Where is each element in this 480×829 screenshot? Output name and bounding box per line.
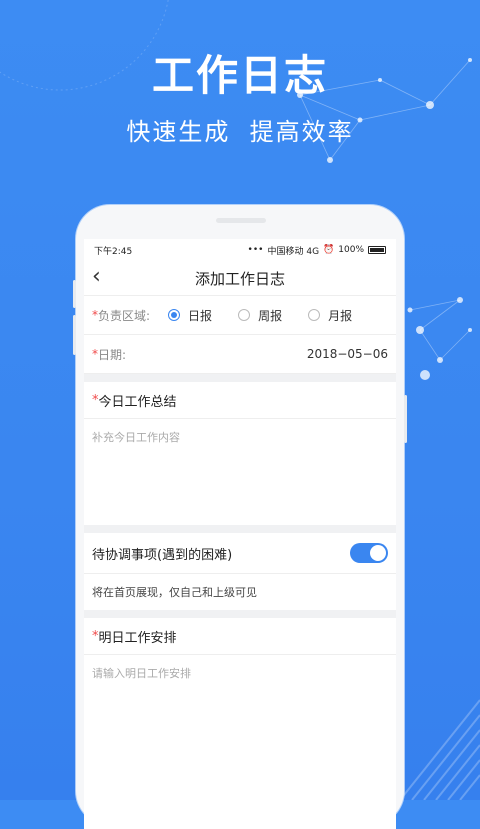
page-title: 添加工作日志 bbox=[194, 269, 285, 288]
section-divider bbox=[84, 374, 396, 382]
status-time: 下午2:45 bbox=[94, 246, 133, 257]
hero-title: 工作日志 bbox=[151, 51, 328, 100]
nav-bar: ‹ 添加工作日志 bbox=[84, 261, 396, 295]
area-label: 负责区域: bbox=[98, 308, 151, 323]
area-radio-group: 日报 周报 月报 bbox=[168, 307, 378, 324]
phone-side-button bbox=[73, 315, 76, 355]
tomorrow-plan-input[interactable]: 请输入明日工作安排 bbox=[84, 655, 396, 755]
radio-empty-icon bbox=[308, 309, 321, 321]
radio-empty-icon bbox=[238, 309, 251, 321]
section-divider bbox=[84, 610, 396, 618]
coordinate-toggle[interactable] bbox=[350, 543, 388, 563]
radio-weekly[interactable]: 周报 bbox=[238, 307, 282, 324]
radio-daily[interactable]: 日报 bbox=[168, 307, 212, 324]
hero-subtitle: 快速生成 提高效率 bbox=[126, 118, 354, 146]
toggle-knob bbox=[370, 545, 386, 561]
status-carrier: 中国移动 4G bbox=[267, 246, 320, 257]
section-divider bbox=[84, 525, 396, 533]
signal-icon: ••• bbox=[247, 245, 264, 255]
date-row[interactable]: * 日期: 2018−05−06 bbox=[84, 335, 396, 374]
app-screen: 下午2:45 ••• 中国移动 4G ⏰ 100% ‹ 添加工作日志 * 负责区… bbox=[84, 239, 396, 829]
phone-speaker bbox=[216, 218, 266, 223]
phone-side-button bbox=[404, 395, 407, 443]
area-row: * 负责区域: 日报 周报 月报 bbox=[84, 295, 396, 335]
coordinate-title: 待协调事项(遇到的困难) bbox=[92, 547, 233, 563]
today-summary-input[interactable]: 补充今日工作内容 bbox=[84, 419, 396, 525]
visibility-note: 将在首页展现，仅自己和上级可见 bbox=[92, 586, 257, 599]
status-bar: 下午2:45 ••• 中国移动 4G ⏰ 100% bbox=[84, 239, 396, 261]
phone-frame: 下午2:45 ••• 中国移动 4G ⏰ 100% ‹ 添加工作日志 * 负责区… bbox=[73, 205, 407, 829]
tomorrow-plan-title: 明日工作安排 bbox=[98, 630, 177, 646]
back-icon[interactable]: ‹ bbox=[92, 265, 101, 289]
date-value[interactable]: 2018−05−06 bbox=[307, 347, 388, 361]
status-battery: 100% bbox=[338, 245, 364, 255]
radio-selected-icon bbox=[168, 309, 181, 321]
radio-label: 周报 bbox=[258, 308, 283, 323]
date-label: 日期: bbox=[98, 347, 127, 362]
battery-icon bbox=[368, 246, 386, 254]
radio-label: 日报 bbox=[188, 308, 213, 323]
today-summary-title: 今日工作总结 bbox=[98, 394, 177, 410]
alarm-icon: ⏰ bbox=[323, 245, 335, 255]
today-summary-header: * 今日工作总结 bbox=[84, 382, 396, 419]
tomorrow-plan-header: * 明日工作安排 bbox=[84, 618, 396, 655]
radio-label: 月报 bbox=[328, 308, 353, 323]
phone-side-button bbox=[73, 280, 76, 308]
radio-monthly[interactable]: 月报 bbox=[308, 307, 352, 324]
coordinate-row: 待协调事项(遇到的困难) bbox=[84, 533, 396, 574]
